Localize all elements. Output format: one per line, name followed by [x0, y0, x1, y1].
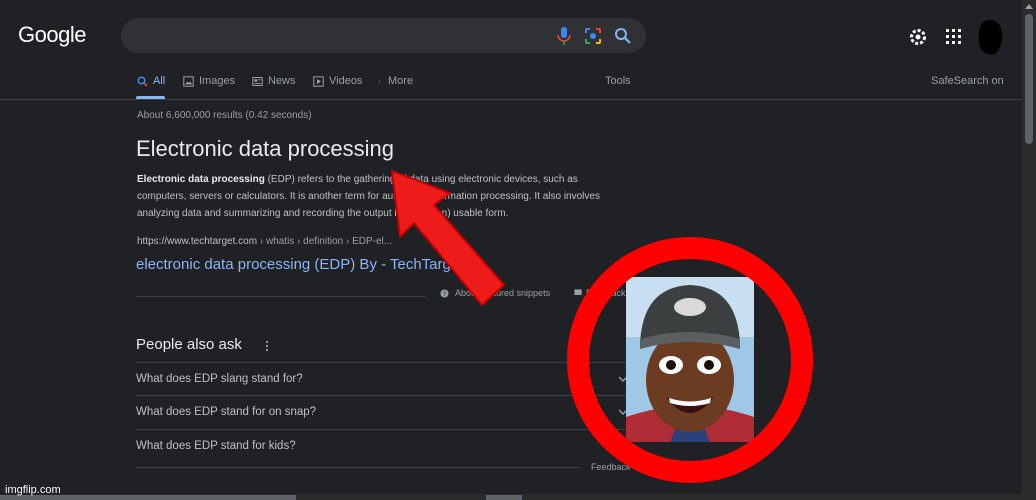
tab-label: Videos [329, 75, 363, 87]
paa-question[interactable]: What does EDP stand for on snap? [136, 395, 636, 429]
tab-label: All [153, 75, 166, 87]
more-vert-icon[interactable] [264, 339, 270, 353]
divider [136, 467, 580, 468]
news-icon [252, 76, 263, 86]
safesearch-status[interactable]: SafeSearch on [931, 75, 1004, 87]
result-stats: About 6,600,000 results (0.42 seconds) [137, 110, 312, 121]
featured-snippet-title: Electronic data processing [136, 136, 395, 161]
tab-videos[interactable]: Videos [313, 75, 362, 87]
snippet-bold-lead: Electronic data processing [137, 174, 265, 185]
featured-snippet-text: Electronic data processing (EDP) refers … [137, 171, 607, 222]
search-icon[interactable] [614, 27, 632, 45]
play-icon [313, 75, 324, 87]
divider [0, 99, 1022, 100]
horizontal-scrollbar-segment [486, 495, 522, 500]
tab-tools[interactable]: Tools [605, 75, 631, 87]
tab-label: More [388, 75, 414, 87]
source-domain: https://www.techtarget.com [137, 236, 258, 247]
tab-more[interactable]: More [379, 75, 413, 87]
people-also-ask-title: People also ask [136, 336, 242, 353]
gear-icon[interactable] [908, 27, 928, 47]
more-vert-icon [379, 79, 381, 83]
google-logo[interactable]: Google [18, 22, 86, 48]
tab-label: Images [199, 75, 236, 87]
red-arrow-icon [391, 170, 505, 306]
search-icon [137, 75, 148, 87]
tab-images[interactable]: Images [183, 75, 235, 87]
paa-question[interactable]: What does EDP stand for kids? [136, 429, 636, 463]
imgflip-watermark: imgflip.com [5, 484, 61, 496]
vertical-scrollbar-thumb[interactable] [1025, 14, 1033, 144]
tab-label: News [268, 75, 296, 87]
source-url[interactable]: https://www.techtarget.com › whatis › de… [137, 236, 392, 247]
microphone-icon[interactable] [556, 27, 572, 45]
scroll-up-arrow-icon[interactable] [1025, 3, 1033, 9]
paa-question-text: What does EDP stand for on snap? [136, 406, 317, 418]
apps-grid-icon[interactable] [945, 28, 962, 45]
red-circle-highlight [567, 237, 813, 483]
avatar[interactable] [975, 18, 1005, 56]
source-path: › whatis › definition › EDP-el... [257, 236, 393, 247]
camera-lens-icon[interactable] [584, 27, 602, 45]
paa-question-text: What does EDP slang stand for? [136, 373, 303, 385]
paa-question[interactable]: What does EDP slang stand for? [136, 362, 636, 396]
tab-news[interactable]: News [252, 75, 296, 87]
paa-question-text: What does EDP stand for kids? [136, 440, 296, 452]
tab-all[interactable]: All [137, 75, 165, 87]
image-icon [183, 75, 194, 87]
